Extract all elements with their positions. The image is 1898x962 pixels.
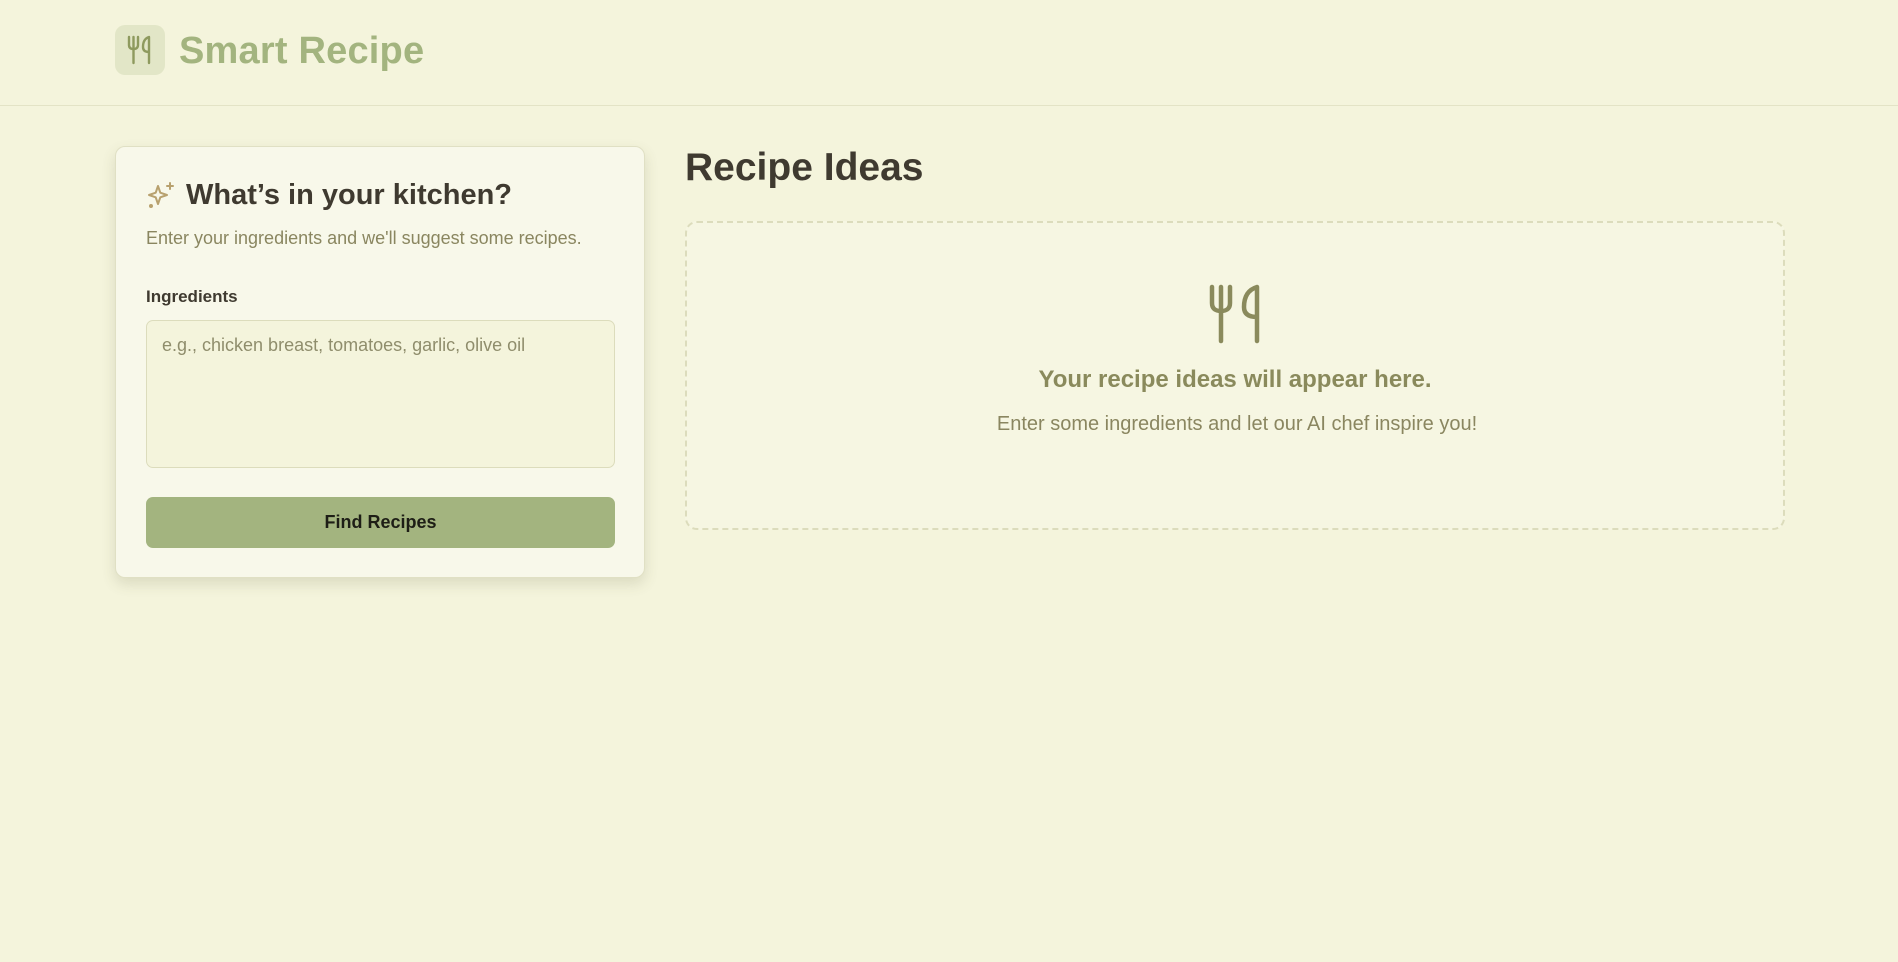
empty-state-text: Enter some ingredients and let our AI ch… bbox=[996, 413, 1478, 435]
card-subtitle: Enter your ingredients and we'll suggest… bbox=[146, 228, 582, 248]
ingredients-label: Ingredients bbox=[146, 287, 238, 306]
sparkles-icon bbox=[148, 182, 174, 208]
recipe-results-empty-state: Your recipe ideas will appear here. Ente… bbox=[685, 221, 1785, 530]
empty-state-heading: Your recipe ideas will appear here. bbox=[1038, 366, 1432, 393]
find-recipes-button[interactable]: Find Recipes bbox=[146, 497, 615, 548]
recipe-ideas-title: Recipe Ideas bbox=[685, 146, 924, 189]
card-title: What’s in your kitchen? bbox=[186, 179, 513, 211]
ingredients-input[interactable] bbox=[146, 320, 615, 468]
card-title-row: What’s in your kitchen? bbox=[146, 177, 512, 213]
utensils-icon bbox=[1209, 284, 1260, 344]
app-header: Smart Recipe bbox=[0, 0, 1898, 106]
app-logo[interactable] bbox=[115, 25, 165, 75]
app-title: Smart Recipe bbox=[179, 30, 425, 72]
ingredients-card: What’s in your kitchen? Enter your ingre… bbox=[115, 146, 645, 578]
utensils-icon bbox=[127, 35, 151, 65]
